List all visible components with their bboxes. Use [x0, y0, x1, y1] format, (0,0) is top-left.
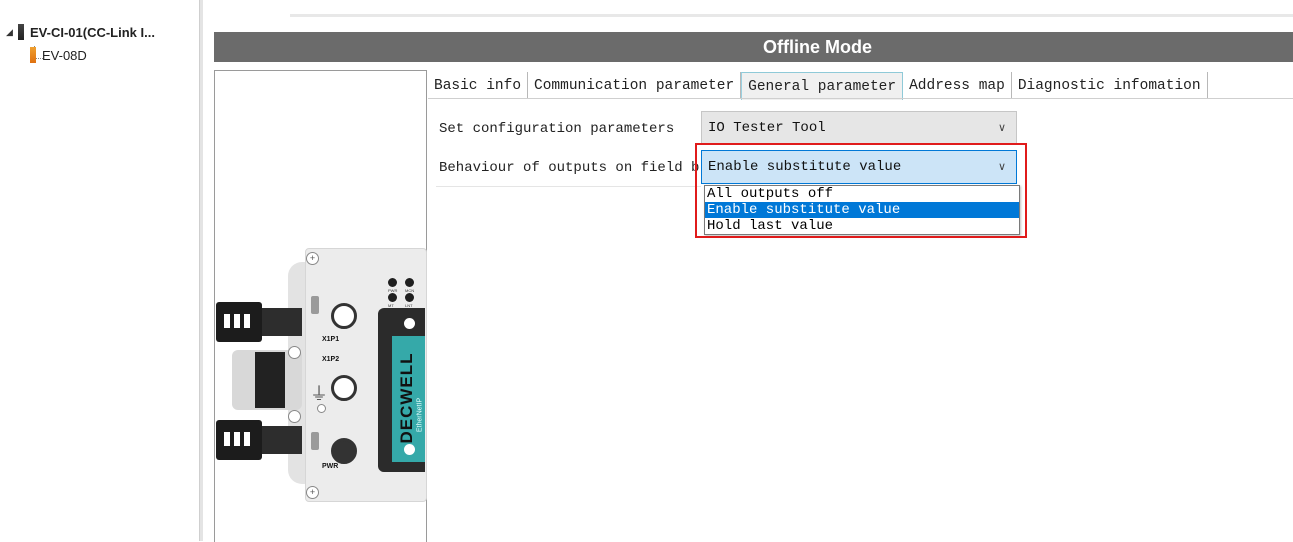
bottom-screw-icon: +: [306, 486, 319, 499]
top-bar: [290, 14, 1293, 17]
port-label: PWR: [322, 463, 339, 470]
tab-basic-info[interactable]: Basic info: [428, 72, 529, 98]
cable-connector-2: [216, 420, 304, 460]
led-label: PWR: [388, 288, 398, 293]
tab-communication-parameter[interactable]: Communication parameter: [528, 72, 742, 98]
ground-icon: ⏚: [310, 384, 328, 404]
behaviour-label: Behaviour of outputs on field b: [439, 160, 700, 176]
led-mcn: [405, 278, 414, 287]
port-x1p2: [331, 375, 357, 401]
red-highlight-box: [695, 143, 1027, 238]
collapse-arrow-icon[interactable]: ◢: [6, 27, 18, 38]
row-separator: [436, 186, 701, 187]
tab-baseline: [428, 98, 1293, 99]
mode-banner: Offline Mode: [214, 32, 1293, 62]
parameter-tabs: Basic info Communication parameter Gener…: [428, 72, 1208, 100]
cable-core: [255, 352, 285, 408]
led-lnt: [405, 293, 414, 302]
shield-icon: [311, 296, 319, 314]
top-screw-icon: +: [306, 252, 319, 265]
mode-banner-title: Offline Mode: [763, 36, 872, 57]
chevron-down-icon: ∨: [997, 123, 1006, 135]
tree-node-child[interactable]: EV-08D: [30, 45, 87, 65]
led-mt: [388, 293, 397, 302]
small-screw-icon: [317, 404, 326, 413]
tree-node-root[interactable]: ◢ EV-CI-01(CC-Link I...: [6, 22, 155, 42]
led-label: MCN: [405, 288, 415, 293]
module-dot: [404, 318, 415, 329]
device-icon: [18, 24, 24, 40]
tab-diagnostic-information[interactable]: Diagnostic infomation: [1011, 72, 1208, 98]
module-icon: [30, 47, 36, 63]
pane-splitter[interactable]: [199, 0, 203, 541]
protocol-label: EtherNetIP: [416, 397, 424, 433]
tree-child-label: EV-08D: [42, 47, 87, 63]
module-dot: [404, 444, 415, 455]
config-label: Set configuration parameters: [439, 121, 675, 137]
brand-logo: DECWELL: [397, 352, 416, 444]
config-select[interactable]: IO Tester Tool ∨: [701, 111, 1017, 145]
port-x1p1: [331, 303, 357, 329]
cable-connector-1: [216, 302, 304, 342]
led-pwr: [388, 278, 397, 287]
port-label: X1P1: [322, 336, 340, 343]
shield-icon: [311, 432, 319, 450]
left-screw-icon: [288, 410, 301, 423]
tab-general-parameter[interactable]: General parameter: [741, 72, 904, 100]
port-pwr: [331, 438, 357, 464]
left-screw-icon: [288, 346, 301, 359]
tab-address-map[interactable]: Address map: [903, 72, 1012, 98]
config-select-value: IO Tester Tool: [708, 120, 826, 136]
port-label: X1P2: [322, 356, 340, 363]
device-tree: ◢ EV-CI-01(CC-Link I... EV-08D: [0, 0, 200, 541]
tree-root-label: EV-CI-01(CC-Link I...: [30, 24, 155, 40]
